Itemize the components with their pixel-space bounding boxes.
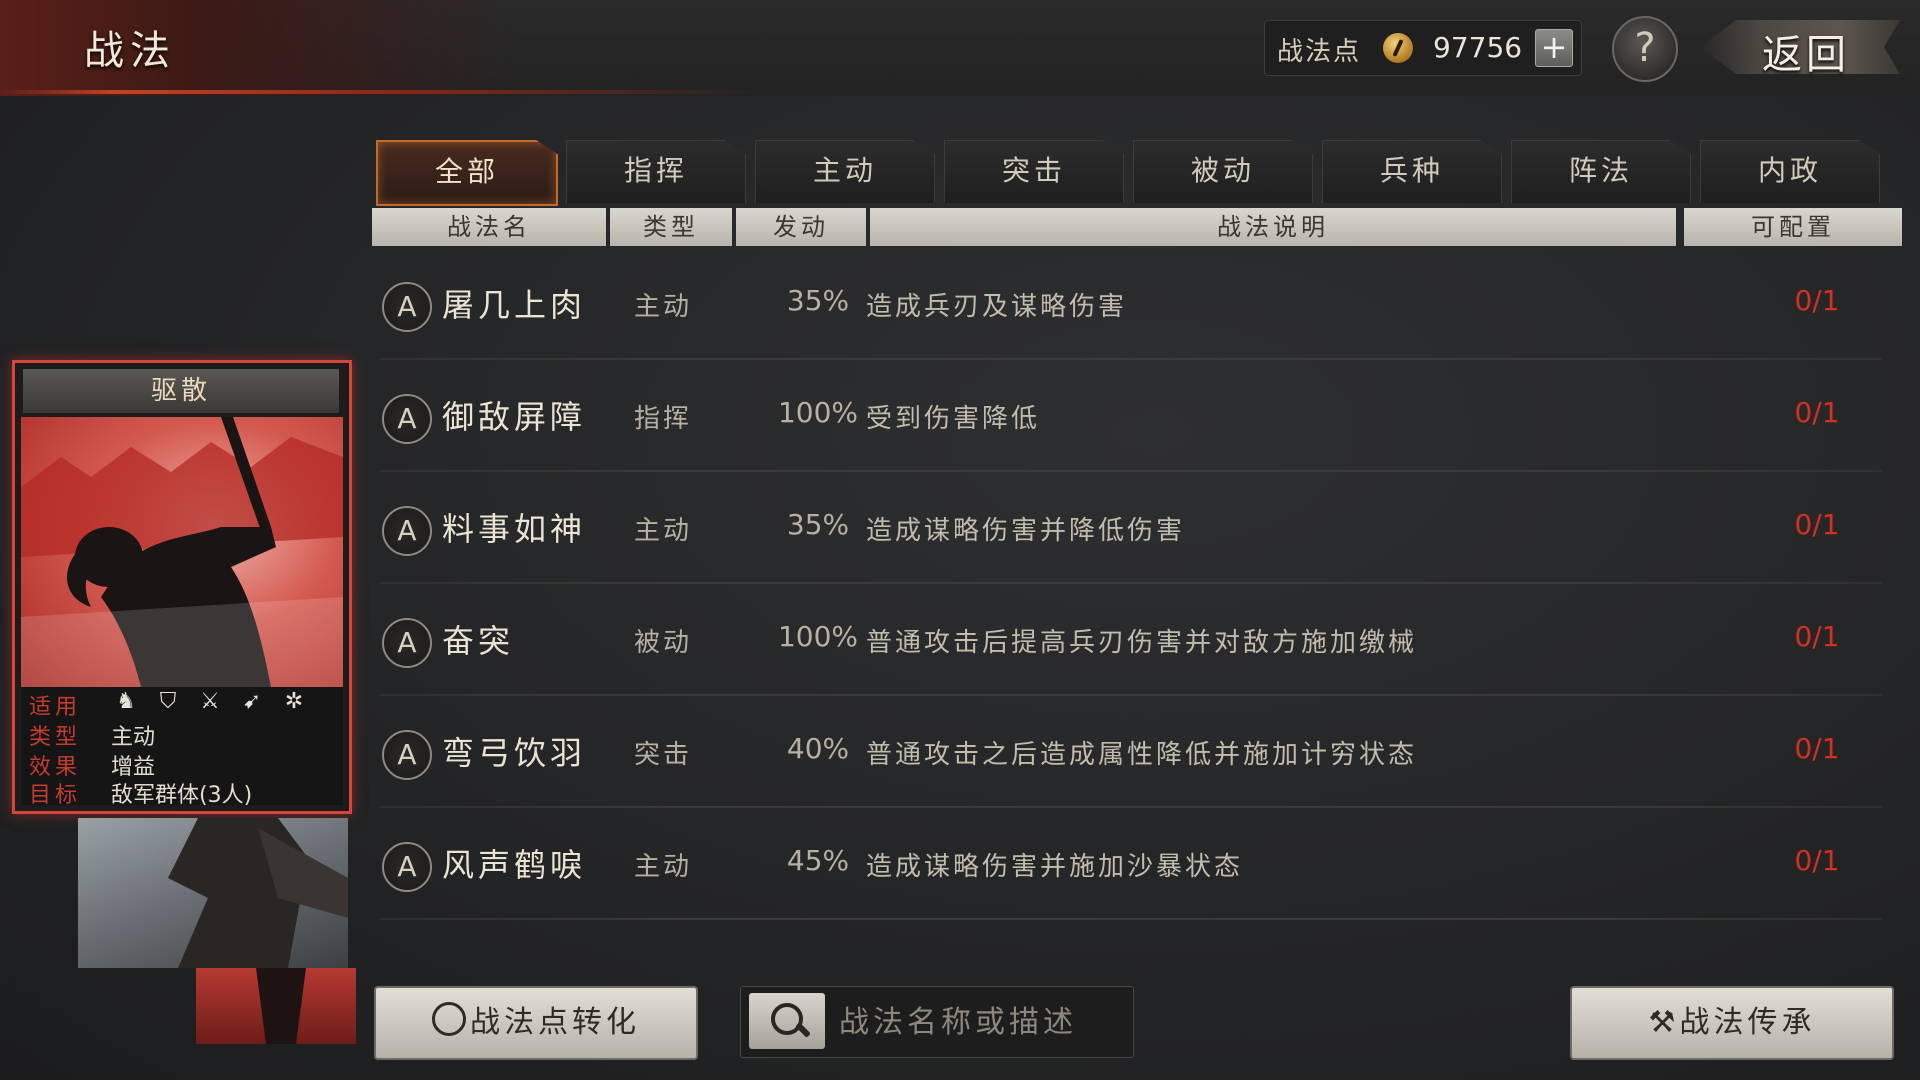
- column-header-trigger[interactable]: 发动: [736, 208, 866, 246]
- crossed-swords-icon: ⚔: [200, 689, 220, 714]
- skill-trigger-rate: 100%: [777, 396, 859, 429]
- search-button[interactable]: [749, 993, 825, 1049]
- column-header-config[interactable]: 可配置: [1684, 208, 1902, 246]
- skill-points-box: 战法点 97756 +: [1264, 20, 1582, 76]
- skill-inherit-label: 战法传承: [1679, 1005, 1816, 1040]
- grade-badge: A: [382, 394, 432, 444]
- skill-config-count: 0/1: [1794, 396, 1840, 429]
- top-bar: 战法 战法点 97756 + ? 返回: [0, 0, 1920, 96]
- grade-badge: A: [382, 842, 432, 892]
- skill-description: 受到伤害降低: [866, 404, 1041, 434]
- skill-list[interactable]: A 屠几上肉 主动 35% 造成兵刃及谋略伤害 0/1 A 御敌屏障 指挥 10…: [372, 250, 1902, 966]
- back-button[interactable]: 返回: [1700, 14, 1900, 80]
- skill-name: 风声鹤唳: [442, 846, 587, 884]
- convert-points-label: 战法点转化: [470, 1005, 640, 1040]
- card-artwork: [21, 417, 343, 687]
- skill-trigger-rate: 40%: [786, 732, 850, 765]
- skill-config-count: 0/1: [1794, 284, 1840, 317]
- skill-name: 奋突: [442, 622, 515, 660]
- skill-row[interactable]: A 风声鹤唳 主动 45% 造成谋略伤害并施加沙暴状态 0/1: [372, 810, 1902, 920]
- tab-active[interactable]: 主动: [755, 140, 935, 203]
- grade-badge: A: [382, 730, 432, 780]
- skill-row[interactable]: A 料事如神 主动 35% 造成谋略伤害并降低伤害 0/1: [372, 474, 1902, 584]
- card-title: 驱散: [23, 369, 339, 413]
- skill-description: 普通攻击后提高兵刃伤害并对敌方施加缴械: [866, 628, 1418, 658]
- warrior-silhouette-icon: [168, 818, 348, 968]
- skill-type: 被动: [634, 628, 693, 658]
- tab-assault[interactable]: 突击: [944, 140, 1124, 203]
- column-header-type[interactable]: 类型: [610, 208, 732, 246]
- skill-type: 指挥: [634, 404, 693, 434]
- spear-icon: ➹: [242, 689, 262, 714]
- back-button-label: 返回: [1762, 32, 1850, 78]
- grade-badge: A: [382, 618, 432, 668]
- tab-all[interactable]: 全部: [376, 140, 558, 206]
- skill-trigger-rate: 100%: [777, 620, 859, 653]
- grade-badge: A: [382, 506, 432, 556]
- skill-config-count: 0/1: [1794, 844, 1840, 877]
- skill-name: 屠几上肉: [442, 286, 587, 324]
- skill-description: 造成兵刃及谋略伤害: [866, 292, 1128, 322]
- stacked-card-artwork[interactable]: [196, 968, 356, 1044]
- skill-row[interactable]: A 弯弓饮羽 突击 40% 普通攻击之后造成属性降低并施加计穷状态 0/1: [372, 698, 1902, 808]
- skill-name: 料事如神: [442, 510, 587, 548]
- wheel-icon: ✲: [284, 689, 304, 714]
- tab-passive[interactable]: 被动: [1133, 140, 1313, 203]
- skill-description: 普通攻击之后造成属性降低并施加计穷状态: [866, 740, 1418, 770]
- skill-config-count: 0/1: [1794, 508, 1840, 541]
- skill-trigger-rate: 35%: [786, 508, 850, 541]
- search-input[interactable]: [837, 987, 1131, 1057]
- hammer-icon: ⚒: [1648, 1005, 1680, 1040]
- skill-config-count: 0/1: [1794, 620, 1840, 653]
- add-points-button[interactable]: +: [1535, 29, 1573, 67]
- skill-description: 造成谋略伤害并降低伤害: [866, 516, 1186, 546]
- skill-trigger-rate: 45%: [786, 844, 850, 877]
- skill-type: 主动: [634, 516, 693, 546]
- skill-points-value: 97756: [1433, 31, 1523, 64]
- page-title: 战法: [84, 28, 176, 74]
- skill-row[interactable]: A 奋突 被动 100% 普通攻击后提高兵刃伤害并对敌方施加缴械 0/1: [372, 586, 1902, 696]
- skill-config-count: 0/1: [1794, 732, 1840, 765]
- target-label: 目标: [29, 783, 82, 808]
- title-underline: [0, 90, 760, 94]
- skill-row[interactable]: A 御敌屏障 指挥 100% 受到伤害降低 0/1: [372, 362, 1902, 472]
- tab-formation[interactable]: 阵法: [1511, 140, 1691, 203]
- skill-points-coin-icon: [1383, 33, 1413, 63]
- skill-preview-card[interactable]: 驱散 适用 ♞ ⛉ ⚔ ➹ ✲ 类型 主动 效果 增益 目标 敌军群体(3人): [12, 360, 352, 814]
- skill-trigger-rate: 35%: [786, 284, 850, 317]
- target-value: 敌军群体(3人): [111, 783, 253, 808]
- skill-row[interactable]: A 屠几上肉 主动 35% 造成兵刃及谋略伤害 0/1: [372, 250, 1902, 360]
- convert-points-button[interactable]: 战法点转化: [374, 986, 698, 1060]
- column-header-description: 战法说明: [870, 208, 1676, 246]
- warrior-silhouette-icon: [256, 968, 306, 1044]
- skill-points-label: 战法点: [1277, 37, 1362, 67]
- tab-internal[interactable]: 内政: [1700, 140, 1880, 203]
- cavalry-icon: ♞: [116, 689, 136, 714]
- skill-points-coin-icon: [432, 1002, 466, 1036]
- skill-description: 造成谋略伤害并施加沙暴状态: [866, 852, 1244, 882]
- skill-name: 弯弓饮羽: [442, 734, 587, 772]
- troop-type-icons: ♞ ⛉ ⚔ ➹ ✲: [111, 689, 309, 715]
- title-plate: [0, 0, 520, 96]
- stacked-card-artwork[interactable]: [78, 818, 348, 968]
- help-button[interactable]: ?: [1612, 16, 1678, 82]
- skill-name: 御敌屏障: [442, 398, 587, 436]
- warrior-silhouette-icon: [21, 417, 343, 687]
- card-info: 适用 ♞ ⛉ ⚔ ➹ ✲ 类型 主动 效果 增益 目标 敌军群体(3人): [21, 687, 343, 808]
- card-effect-row: 效果 增益: [21, 747, 343, 780]
- skill-type: 主动: [634, 852, 693, 882]
- column-header-name[interactable]: 战法名: [372, 208, 606, 246]
- skill-type: 突击: [634, 740, 693, 770]
- skill-inherit-button[interactable]: ⚒战法传承: [1570, 986, 1894, 1060]
- shield-icon: ⛉: [159, 689, 177, 714]
- search-box: [740, 986, 1134, 1058]
- tab-troop[interactable]: 兵种: [1322, 140, 1502, 203]
- tab-command[interactable]: 指挥: [566, 140, 746, 203]
- card-target-row: 目标 敌军群体(3人): [21, 775, 343, 808]
- card-type-row: 类型 主动: [21, 717, 343, 750]
- grade-badge: A: [382, 282, 432, 332]
- card-applies-row: 适用 ♞ ⛉ ⚔ ➹ ✲: [21, 687, 343, 720]
- skill-type: 主动: [634, 292, 693, 322]
